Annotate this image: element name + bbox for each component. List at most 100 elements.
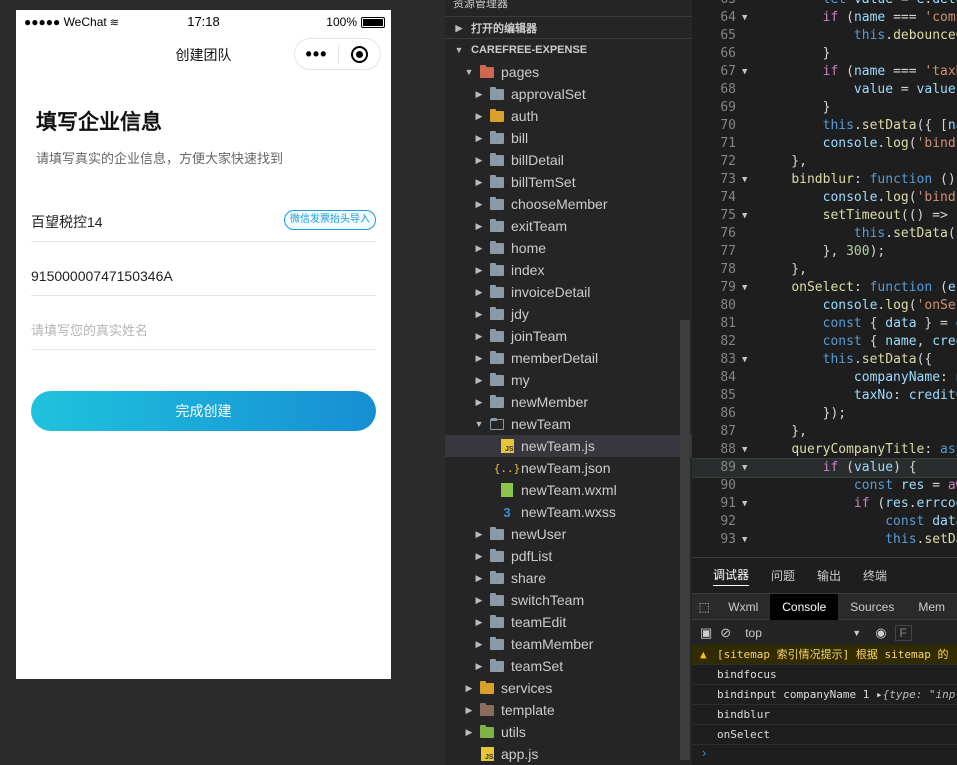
- project-section[interactable]: ▼ CAREFREE-EXPENSE: [445, 39, 692, 61]
- fold-chevron-icon[interactable]: ▼: [742, 351, 747, 369]
- clear-console-icon[interactable]: ⊘: [720, 625, 731, 641]
- console-log[interactable]: bindblur: [692, 705, 957, 725]
- tree-item[interactable]: ▶ index: [445, 259, 692, 281]
- tab-console[interactable]: Console: [770, 593, 839, 620]
- tree-item[interactable]: ▶ exitTeam: [445, 215, 692, 237]
- code-line[interactable]: 66 }: [692, 45, 957, 63]
- tab-memory[interactable]: Mem: [906, 594, 957, 620]
- tree-item[interactable]: JS newTeam.js: [445, 435, 692, 457]
- tree-item[interactable]: ▶ memberDetail: [445, 347, 692, 369]
- filter-input[interactable]: F: [894, 624, 912, 641]
- more-icon[interactable]: •••: [295, 45, 338, 63]
- code-line[interactable]: 85 taxNo: creditC: [692, 387, 957, 405]
- tree-item[interactable]: ▶ share: [445, 567, 692, 589]
- code-line[interactable]: 83 ▼ this.setData({: [692, 351, 957, 369]
- tree-item[interactable]: ▶ newUser: [445, 523, 692, 545]
- code-line[interactable]: 74 console.log('bindb: [692, 189, 957, 207]
- code-line[interactable]: 79 ▼ onSelect: function (e): [692, 279, 957, 297]
- code-line[interactable]: 69 }: [692, 99, 957, 117]
- tab-sources[interactable]: Sources: [838, 594, 906, 620]
- tree-item[interactable]: ▶ teamSet: [445, 655, 692, 677]
- tree-item[interactable]: ▶ billDetail: [445, 149, 692, 171]
- fold-chevron-icon[interactable]: ▼: [742, 207, 747, 225]
- tree-item[interactable]: JS app.js: [445, 743, 692, 765]
- code-line[interactable]: 81 const { data } = e: [692, 315, 957, 333]
- code-line[interactable]: 93 ▼ this.setDa: [692, 531, 957, 549]
- tree-item[interactable]: {..} newTeam.json: [445, 457, 692, 479]
- tree-item[interactable]: ▶ bill: [445, 127, 692, 149]
- tree-item[interactable]: ▶ billTemSet: [445, 171, 692, 193]
- tree-item[interactable]: ▼ pages: [445, 61, 692, 83]
- tree-item[interactable]: ▶ services: [445, 677, 692, 699]
- tree-item[interactable]: ▶ approvalSet: [445, 83, 692, 105]
- real-name-field[interactable]: 请填写您的真实姓名: [31, 310, 376, 350]
- tree-item[interactable]: ▶ newMember: [445, 391, 692, 413]
- code-line[interactable]: 70 this.setData({ [na: [692, 117, 957, 135]
- tree-item[interactable]: ▶ auth: [445, 105, 692, 127]
- tab-output[interactable]: 输出: [817, 567, 841, 584]
- import-invoice-title-button[interactable]: 微信发票抬头导入: [284, 210, 376, 230]
- fold-chevron-icon[interactable]: ▼: [742, 63, 747, 81]
- company-name-field[interactable]: 百望税控14 微信发票抬头导入: [31, 202, 376, 242]
- submit-button[interactable]: 完成创建: [31, 391, 376, 431]
- fold-chevron-icon[interactable]: ▼: [742, 495, 747, 513]
- code-line[interactable]: 75 ▼ setTimeout(() => {: [692, 207, 957, 225]
- code-line[interactable]: 68 value = value.: [692, 81, 957, 99]
- code-line[interactable]: 65 this.debounceC: [692, 27, 957, 45]
- tree-item[interactable]: 3 newTeam.wxss: [445, 501, 692, 523]
- console-log[interactable]: onSelect: [692, 725, 957, 745]
- sidebar-toggle-icon[interactable]: ▣: [700, 625, 712, 641]
- tree-item[interactable]: ▶ teamMember: [445, 633, 692, 655]
- open-editors-section[interactable]: ▶ 打开的编辑器: [445, 17, 692, 39]
- code-line[interactable]: 92 const data: [692, 513, 957, 531]
- tab-wxml[interactable]: Wxml: [716, 594, 770, 620]
- code-line[interactable]: 87 },: [692, 423, 957, 441]
- tree-item[interactable]: ▶ home: [445, 237, 692, 259]
- inspect-element-icon[interactable]: ⬚: [692, 594, 716, 620]
- tree-item[interactable]: ▼ newTeam: [445, 413, 692, 435]
- tree-item[interactable]: ▶ utils: [445, 721, 692, 743]
- code-line[interactable]: 72 },: [692, 153, 957, 171]
- tree-item[interactable]: ▶ jdy: [445, 303, 692, 325]
- tax-number-field[interactable]: 91500000747150346A: [31, 256, 376, 296]
- log-object-preview[interactable]: {type: "inp: [883, 688, 956, 701]
- console-log[interactable]: bindinput companyName 1 ▸{type: "inp: [692, 685, 957, 705]
- fold-chevron-icon[interactable]: ▼: [742, 171, 747, 189]
- tab-problems[interactable]: 问题: [771, 567, 795, 584]
- tree-item[interactable]: ▶ joinTeam: [445, 325, 692, 347]
- fold-chevron-icon[interactable]: ▼: [742, 531, 747, 549]
- code-line[interactable]: 89 ▼ if (value) {: [692, 458, 957, 478]
- code-line[interactable]: 77 }, 300);: [692, 243, 957, 261]
- tree-item[interactable]: ▶ switchTeam: [445, 589, 692, 611]
- tree-item[interactable]: ▶ template: [445, 699, 692, 721]
- code-line[interactable]: 82 const { name, cred: [692, 333, 957, 351]
- close-mini-program-icon[interactable]: [339, 45, 380, 63]
- code-line[interactable]: 64 ▼ if (name === 'comp: [692, 9, 957, 27]
- code-line[interactable]: 67 ▼ if (name === 'taxN: [692, 63, 957, 81]
- fold-chevron-icon[interactable]: ▼: [742, 459, 747, 477]
- console-prompt[interactable]: ›: [692, 745, 957, 760]
- eye-icon[interactable]: ◉: [875, 625, 886, 641]
- console-warning[interactable]: ▲ [sitemap 索引情况提示] 根据 sitemap 的: [692, 645, 957, 665]
- code-line[interactable]: 63 let value = e.deta: [692, 0, 957, 9]
- tree-item[interactable]: ▶ teamEdit: [445, 611, 692, 633]
- context-select[interactable]: top ▼: [739, 626, 867, 640]
- code-line[interactable]: 73 ▼ bindblur: function () {: [692, 171, 957, 189]
- fold-chevron-icon[interactable]: ▼: [742, 279, 747, 297]
- code-line[interactable]: 78 },: [692, 261, 957, 279]
- fold-chevron-icon[interactable]: ▼: [742, 441, 747, 459]
- tree-item[interactable]: ▶ chooseMember: [445, 193, 692, 215]
- code-line[interactable]: 90 const res = aw: [692, 477, 957, 495]
- code-line[interactable]: 80 console.log('onSel: [692, 297, 957, 315]
- code-editor[interactable]: 63 let value = e.deta64▼ if (name === 'c…: [692, 0, 957, 557]
- tree-item[interactable]: ▶ my: [445, 369, 692, 391]
- tree-item[interactable]: ▶ invoiceDetail: [445, 281, 692, 303]
- tree-item[interactable]: newTeam.wxml: [445, 479, 692, 501]
- tab-debugger[interactable]: 调试器: [713, 566, 750, 586]
- code-line[interactable]: 84 companyName: n: [692, 369, 957, 387]
- tree-item[interactable]: ▶ pdfList: [445, 545, 692, 567]
- code-line[interactable]: 86 });: [692, 405, 957, 423]
- code-line[interactable]: 91 ▼ if (res.errcod: [692, 495, 957, 513]
- code-line[interactable]: 76 this.setData({: [692, 225, 957, 243]
- code-line[interactable]: 88 ▼ queryCompanyTitle: asy: [692, 441, 957, 459]
